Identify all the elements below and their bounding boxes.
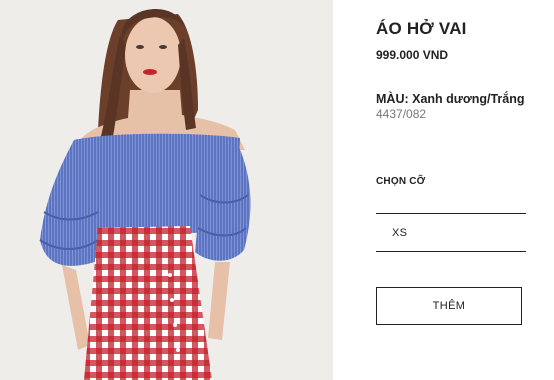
color-value: Xanh dương/Trắng [412, 92, 525, 106]
size-divider-bottom [376, 251, 526, 252]
color-info: MÀU: Xanh dương/Trắng [376, 92, 525, 106]
add-to-cart-button[interactable]: THÊM [376, 287, 522, 325]
product-price: 999.000 VND [376, 48, 449, 62]
product-page: ÁO HỞ VAI 999.000 VND MÀU: Xanh dương/Tr… [0, 0, 554, 380]
size-option-xs[interactable]: XS [376, 214, 526, 251]
product-photo [0, 0, 333, 380]
size-picker-label: CHỌN CỠ [376, 176, 426, 187]
model-illustration [0, 0, 333, 380]
size-option-label: XS [392, 227, 408, 239]
product-reference: 4437/082 [376, 107, 427, 121]
product-title: ÁO HỞ VAI [376, 19, 467, 38]
product-info-panel: ÁO HỞ VAI 999.000 VND MÀU: Xanh dương/Tr… [376, 0, 536, 380]
color-label: MÀU: [376, 92, 409, 106]
